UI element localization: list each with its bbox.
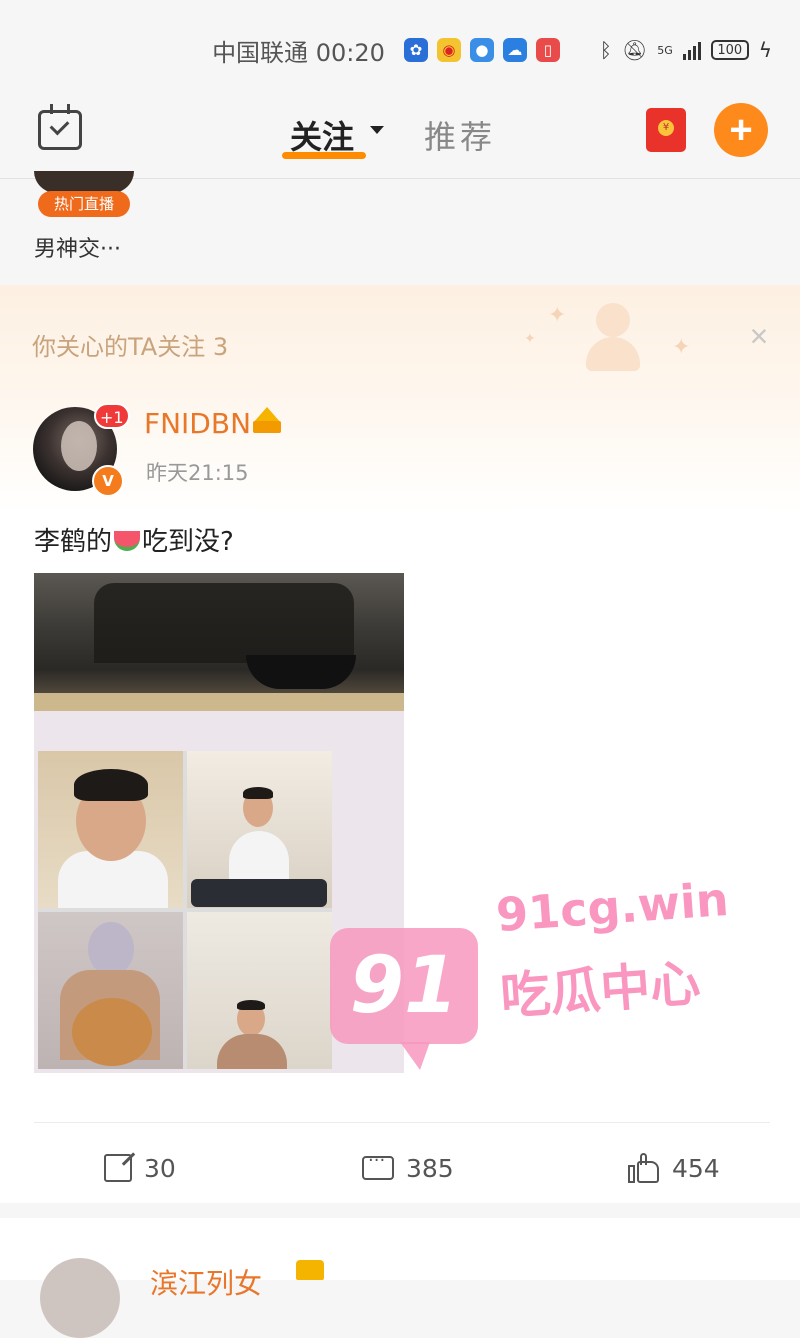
- image-top-photo: [34, 573, 404, 711]
- caret-down-icon[interactable]: [370, 126, 384, 134]
- weibo-icon: ◉: [436, 38, 461, 62]
- avatar[interactable]: [40, 1258, 120, 1338]
- carrier-label: 中国联通: [212, 38, 309, 67]
- compose-button[interactable]: +: [714, 103, 768, 157]
- share-icon: [104, 1154, 132, 1182]
- bluetooth-icon: ᛒ: [599, 38, 612, 62]
- live-title[interactable]: 男神交···: [34, 231, 121, 263]
- charging-icon: ϟ: [758, 38, 772, 62]
- person-illustration: [584, 303, 640, 373]
- status-bar: 中国联通 00:20 ✿ ◉ ● ☁ ▯ ᛒ 🔕︎ 5G 100 ϟ: [0, 0, 800, 100]
- username[interactable]: 滨江列女: [150, 1262, 262, 1302]
- repost-count: 30: [144, 1153, 176, 1183]
- previous-card: 热门直播 男神交···: [0, 171, 800, 279]
- battery-level: 100: [717, 42, 743, 58]
- weather-icon: ☁: [502, 38, 527, 62]
- like-count: 454: [672, 1153, 720, 1183]
- comment-count: 385: [406, 1153, 454, 1183]
- calendar-check-icon[interactable]: [38, 104, 82, 150]
- globe-icon: ●: [469, 38, 494, 62]
- comment-button[interactable]: 385: [362, 1150, 454, 1186]
- thumbs-up-icon: [628, 1153, 660, 1183]
- tab-recommend[interactable]: 推荐: [424, 112, 496, 158]
- carrier-time: 中国联通 00:20: [212, 33, 385, 68]
- tab-active-indicator: [282, 152, 366, 159]
- image-collage: [38, 751, 332, 1069]
- battery-icon: 100: [710, 40, 749, 60]
- signal-icon: [682, 40, 701, 60]
- verified-icon: V: [92, 465, 124, 497]
- care-banner: 你关心的TA关注 3: [32, 333, 229, 361]
- watermark-logo: 91: [330, 928, 478, 1070]
- sparkle-icon: ✦: [524, 331, 536, 347]
- like-button[interactable]: 454: [628, 1150, 720, 1186]
- book-icon: ▯: [535, 38, 560, 62]
- sparkle-icon: ✦: [672, 335, 691, 360]
- divider: [34, 1122, 770, 1123]
- red-packet-icon[interactable]: ¥: [646, 108, 686, 152]
- post-text-end: 吃到没?: [142, 527, 234, 557]
- watermelon-icon: [114, 531, 141, 551]
- mute-bell-icon: 🔕︎: [621, 38, 648, 62]
- paw-icon: ✿: [403, 38, 428, 62]
- top-nav: 关注 推荐 ¥ +: [0, 100, 800, 179]
- notification-badge: +1: [94, 403, 130, 429]
- next-post-card: 滨江列女: [0, 1218, 800, 1338]
- sparkle-icon: ✦: [548, 303, 567, 328]
- username[interactable]: FNIDBN: [144, 407, 251, 440]
- close-banner-button[interactable]: ×: [744, 320, 774, 352]
- status-right: ᛒ 🔕︎ 5G 100 ϟ: [600, 38, 772, 62]
- watermark-name: 吃瓜中心: [498, 954, 703, 1026]
- live-badge[interactable]: 热门直播: [38, 191, 130, 217]
- crown-icon: [251, 405, 283, 435]
- post-text[interactable]: 李鹤的 吃到没?: [34, 521, 234, 558]
- live-thumbnail[interactable]: [34, 171, 134, 193]
- post-time: 昨天21:15: [146, 461, 249, 485]
- clock: 00:20: [315, 38, 385, 67]
- comment-icon: [362, 1150, 394, 1180]
- repost-button[interactable]: 30: [104, 1150, 176, 1186]
- network-label: 5G: [657, 43, 673, 57]
- post-text-start: 李鹤的: [34, 527, 113, 557]
- crown-icon: [296, 1260, 324, 1280]
